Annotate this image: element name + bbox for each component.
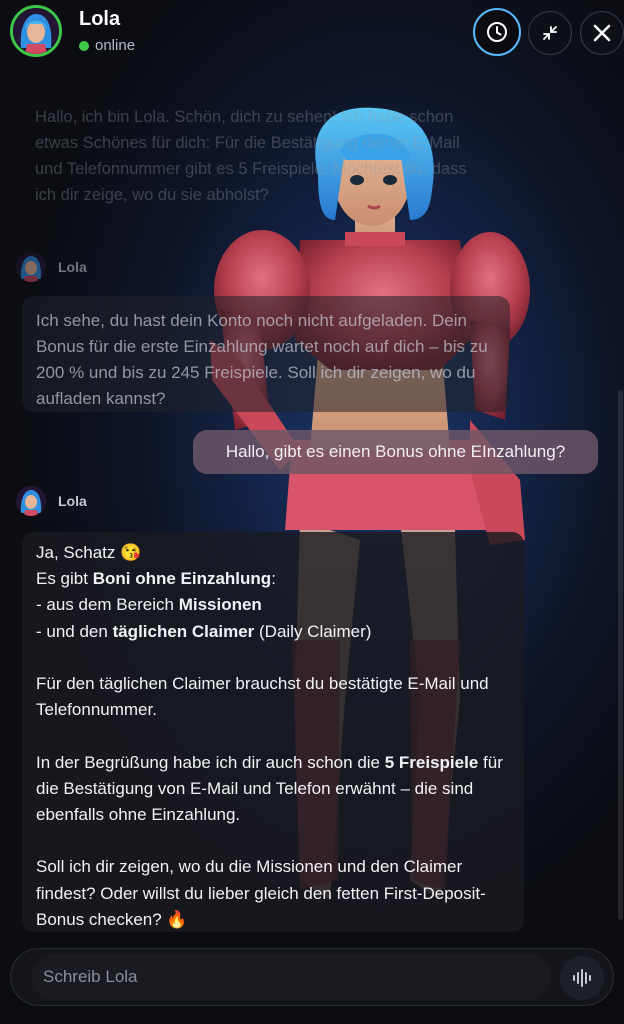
message-text: Ja, Schatz 😘 Es gibt Boni ohne Einzahlun… (36, 540, 522, 933)
message-text: Ich sehe, du hast dein Konto noch nicht … (36, 311, 488, 408)
list-item: - und den täglichen Claimer (Daily Claim… (36, 621, 372, 641)
status-text: online (95, 37, 136, 54)
bot-message: Ja, Schatz 😘 Es gibt Boni ohne Einzahlun… (22, 532, 524, 932)
message-input[interactable] (31, 954, 551, 1000)
list-intro-line: Es gibt Boni ohne Einzahlung: (36, 569, 276, 589)
minimize-button[interactable] (528, 11, 572, 55)
close-icon (593, 24, 611, 42)
close-button[interactable] (580, 11, 624, 55)
bot-message: Ich sehe, du hast dein Konto noch nicht … (22, 296, 510, 412)
greeting-line: Ja, Schatz 😘 (36, 543, 142, 562)
voice-waveform-icon (573, 969, 591, 987)
clock-icon (487, 22, 507, 42)
faded-message: Hallo, ich bin Lola. Schön, dich zu sehe… (35, 108, 467, 204)
lola-avatar-image (16, 486, 46, 516)
minimize-icon (543, 26, 557, 40)
message-sender: Lola (16, 252, 87, 282)
lola-avatar-image (13, 8, 59, 54)
paragraph: Soll ich dir zeigen, wo du die Missionen… (36, 857, 486, 929)
voice-button[interactable] (560, 956, 604, 1000)
user-message: Hallo, gibt es einen Bonus ohne EInzahlu… (193, 430, 598, 474)
status-dot-icon (79, 40, 89, 51)
sender-name: Lola (58, 259, 87, 275)
history-button[interactable] (473, 8, 521, 56)
avatar (16, 486, 46, 516)
avatar[interactable] (10, 5, 62, 57)
chat-window: Lola online Hallo, ich bin Lola. Schön, … (0, 0, 624, 1024)
chat-header: Lola online (0, 0, 624, 70)
page-title: Lola (79, 8, 121, 30)
composer (10, 948, 614, 1006)
paragraph: In der Begrüßung habe ich dir auch schon… (36, 752, 503, 824)
list-item: - aus dem Bereich Missionen (36, 595, 262, 615)
lola-avatar-image (16, 252, 46, 282)
avatar (16, 252, 46, 282)
message-sender: Lola (16, 486, 87, 516)
paragraph: Für den täglichen Claimer brauchst du be… (36, 674, 489, 720)
online-status: online (79, 37, 135, 54)
sender-name: Lola (58, 493, 87, 509)
scrollbar[interactable] (618, 390, 623, 920)
